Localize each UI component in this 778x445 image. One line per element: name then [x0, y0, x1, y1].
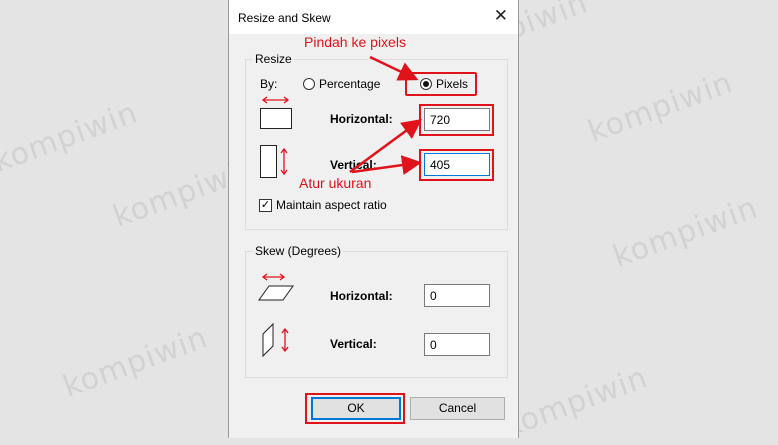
size-annotation: Atur ukuran [299, 175, 372, 191]
annotation-arrows [349, 55, 423, 175]
arrow-to-pixels [369, 55, 419, 81]
pixels-annotation: Pindah ke pixels [304, 34, 406, 50]
